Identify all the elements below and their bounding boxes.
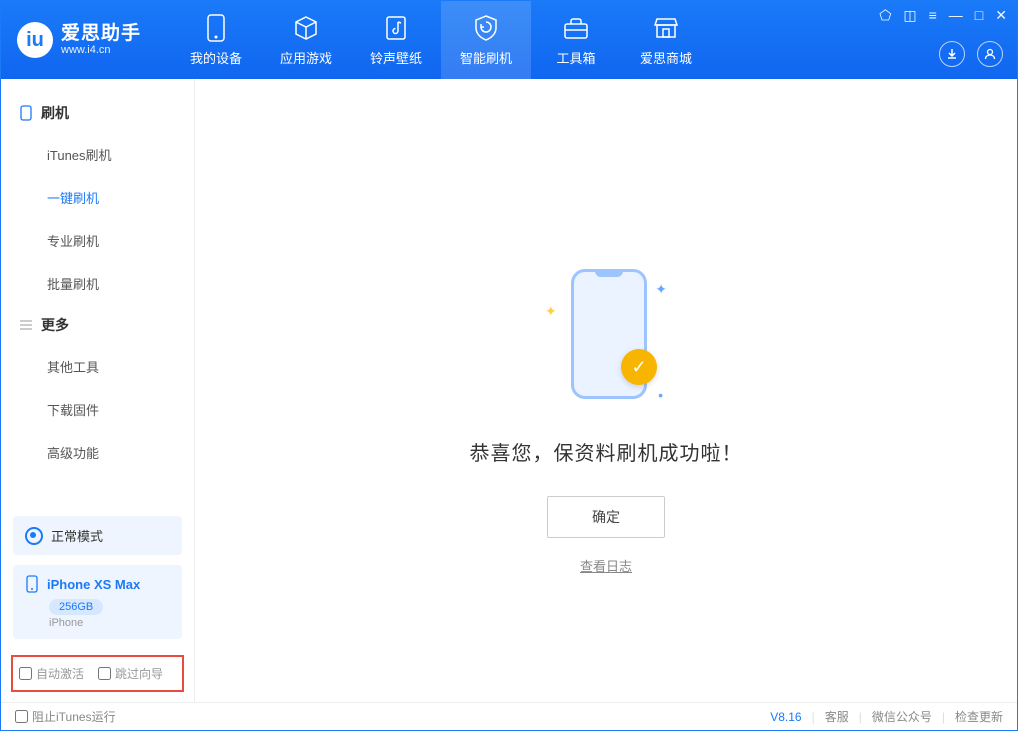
sidebar-group-title: 更多 xyxy=(41,315,69,335)
tab-label: 智能刷机 xyxy=(460,48,512,67)
option-label: 跳过向导 xyxy=(115,665,163,682)
app-subtitle: www.i4.cn xyxy=(61,44,141,56)
option-label: 阻止iTunes运行 xyxy=(32,708,116,725)
phone-icon xyxy=(19,106,33,120)
skip-guide-checkbox[interactable] xyxy=(98,667,111,680)
minimize-icon[interactable]: ― xyxy=(949,7,963,24)
sidebar-item-advanced[interactable]: 高级功能 xyxy=(1,431,194,474)
tab-store[interactable]: 爱思商城 xyxy=(621,1,711,79)
menu-icon[interactable]: ≡ xyxy=(929,7,937,24)
sidebar-item-batch-flash[interactable]: 批量刷机 xyxy=(1,262,194,305)
option-skip-guide[interactable]: 跳过向导 xyxy=(98,665,163,682)
tab-toolbox[interactable]: 工具箱 xyxy=(531,1,621,79)
nav-tabs: 我的设备 应用游戏 铃声壁纸 智能刷机 工具箱 xyxy=(171,1,711,79)
app-header: iu 爱思助手 www.i4.cn 我的设备 应用游戏 铃声壁纸 xyxy=(1,1,1017,79)
download-button[interactable] xyxy=(939,41,965,67)
sidebar-item-download-firmware[interactable]: 下载固件 xyxy=(1,388,194,431)
sparkle-icon: ✦ xyxy=(545,303,557,320)
close-icon[interactable]: ✕ xyxy=(995,7,1007,24)
status-bar: 阻止iTunes运行 V8.16 | 客服 | 微信公众号 | 检查更新 xyxy=(1,702,1017,730)
sidebar: 刷机 iTunes刷机 一键刷机 专业刷机 批量刷机 更多 其他工具 下载固件 … xyxy=(1,79,195,702)
list-icon xyxy=(19,318,33,332)
sidebar-item-other-tools[interactable]: 其他工具 xyxy=(1,345,194,388)
maximize-icon[interactable]: □ xyxy=(975,7,983,24)
device-name: iPhone XS Max xyxy=(47,577,140,592)
tab-label: 铃声壁纸 xyxy=(370,48,422,67)
tab-ringtones-wallpapers[interactable]: 铃声壁纸 xyxy=(351,1,441,79)
option-auto-activate[interactable]: 自动激活 xyxy=(19,665,84,682)
device-info-box[interactable]: iPhone XS Max 256GB iPhone xyxy=(13,565,182,639)
main-content: ✓ ✦ ✦ • 恭喜您，保资料刷机成功啦！ 确定 查看日志 xyxy=(195,79,1017,702)
device-storage: 256GB xyxy=(49,599,103,615)
store-icon xyxy=(652,14,680,42)
device-icon xyxy=(202,14,230,42)
device-icon xyxy=(25,575,39,593)
music-icon xyxy=(382,14,410,42)
skin-icon[interactable]: ◫ xyxy=(903,7,916,24)
mode-icon xyxy=(25,527,43,545)
device-mode-label: 正常模式 xyxy=(51,526,103,545)
success-illustration: ✓ ✦ ✦ • xyxy=(551,269,661,409)
device-mode-box[interactable]: 正常模式 xyxy=(13,516,182,555)
check-badge-icon: ✓ xyxy=(621,349,657,385)
app-logo-icon: iu xyxy=(17,22,53,58)
tab-label: 应用游戏 xyxy=(280,48,332,67)
tab-label: 我的设备 xyxy=(190,48,242,67)
block-itunes-option[interactable]: 阻止iTunes运行 xyxy=(15,708,116,725)
user-account-button[interactable] xyxy=(977,41,1003,67)
window-controls: ⬠ ◫ ≡ ― □ ✕ xyxy=(879,7,1007,24)
block-itunes-checkbox[interactable] xyxy=(15,710,28,723)
version-label: V8.16 xyxy=(770,710,801,724)
sidebar-group-flash: 刷机 xyxy=(1,93,194,133)
footer-link-support[interactable]: 客服 xyxy=(825,708,849,725)
shield-icon xyxy=(472,14,500,42)
cube-icon xyxy=(292,14,320,42)
sidebar-group-title: 刷机 xyxy=(41,103,69,123)
logo-area: iu 爱思助手 www.i4.cn xyxy=(17,22,141,58)
device-type: iPhone xyxy=(49,617,170,629)
tab-label: 爱思商城 xyxy=(640,48,692,67)
sidebar-group-more: 更多 xyxy=(1,305,194,345)
sparkle-icon: • xyxy=(658,387,663,403)
ok-button[interactable]: 确定 xyxy=(547,496,665,538)
toolbox-icon xyxy=(562,14,590,42)
auto-activate-checkbox[interactable] xyxy=(19,667,32,680)
feedback-icon[interactable]: ⬠ xyxy=(879,7,891,24)
footer-link-update[interactable]: 检查更新 xyxy=(955,708,1003,725)
sidebar-item-itunes-flash[interactable]: iTunes刷机 xyxy=(1,133,194,176)
sidebar-item-pro-flash[interactable]: 专业刷机 xyxy=(1,219,194,262)
tab-label: 工具箱 xyxy=(557,48,596,67)
sidebar-item-onekey-flash[interactable]: 一键刷机 xyxy=(1,176,194,219)
tab-apps-games[interactable]: 应用游戏 xyxy=(261,1,351,79)
flash-options-box: 自动激活 跳过向导 xyxy=(11,655,184,692)
tab-smart-flash[interactable]: 智能刷机 xyxy=(441,1,531,79)
tab-my-device[interactable]: 我的设备 xyxy=(171,1,261,79)
view-log-link[interactable]: 查看日志 xyxy=(580,556,632,575)
sparkle-icon: ✦ xyxy=(655,281,667,298)
footer-link-wechat[interactable]: 微信公众号 xyxy=(872,708,932,725)
app-title: 爱思助手 xyxy=(61,24,141,45)
success-title: 恭喜您，保资料刷机成功啦！ xyxy=(470,437,743,466)
option-label: 自动激活 xyxy=(36,665,84,682)
